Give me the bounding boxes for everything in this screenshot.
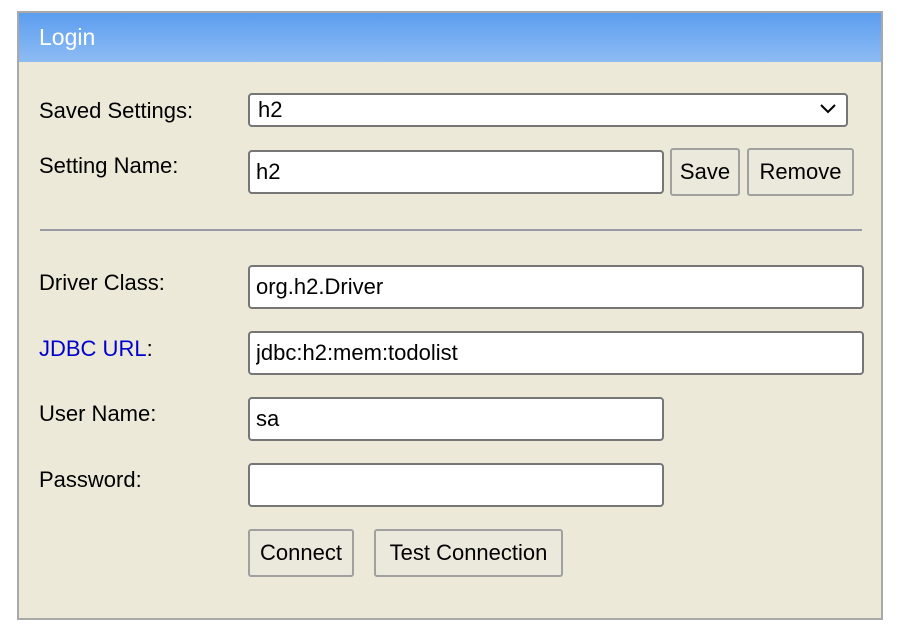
setting-name-input[interactable] <box>248 150 664 194</box>
user-name-input[interactable] <box>248 397 664 441</box>
user-name-label: User Name: <box>39 401 157 426</box>
connect-button[interactable]: Connect <box>248 529 354 577</box>
driver-class-label: Driver Class: <box>39 270 165 295</box>
saved-settings-value: h2 <box>258 97 283 122</box>
test-connection-button[interactable]: Test Connection <box>374 529 563 577</box>
setting-name-label: Setting Name: <box>39 153 179 178</box>
password-label: Password: <box>39 467 142 492</box>
saved-settings-label: Saved Settings: <box>39 98 194 123</box>
driver-class-input[interactable] <box>248 265 864 309</box>
jdbc-url-colon: : <box>146 336 153 361</box>
jdbc-url-label: JDBC URL: <box>39 336 153 362</box>
jdbc-url-help-link[interactable]: JDBC URL <box>39 336 147 361</box>
password-input[interactable] <box>248 463 664 507</box>
remove-button[interactable]: Remove <box>747 148 854 196</box>
jdbc-url-input[interactable] <box>248 331 864 375</box>
saved-settings-select[interactable]: h2 <box>248 93 848 127</box>
login-title: Login <box>19 13 881 62</box>
section-divider <box>40 229 862 231</box>
login-panel: Login Saved Settings: h2 Setting Name: S… <box>17 11 883 620</box>
save-button[interactable]: Save <box>670 148 740 196</box>
chevron-down-icon <box>820 104 836 114</box>
